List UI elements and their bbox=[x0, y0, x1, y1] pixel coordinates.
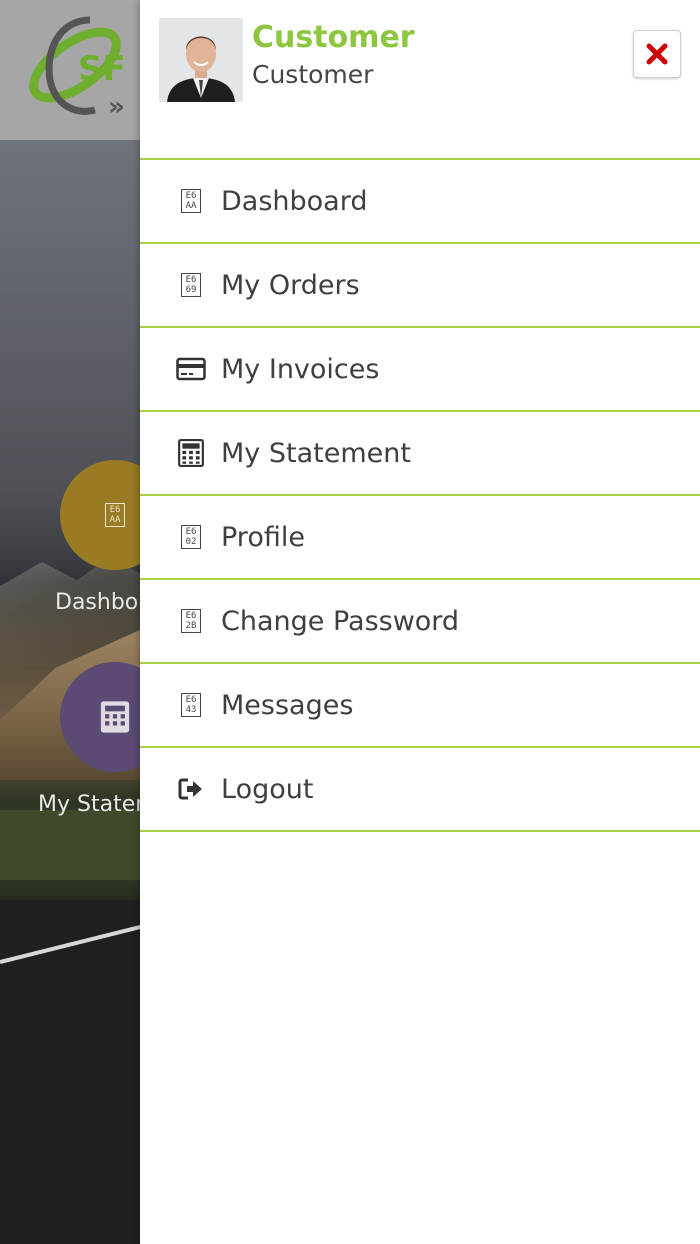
user-photo bbox=[159, 18, 243, 102]
calculator-icon bbox=[175, 437, 207, 469]
drawer-menu: E6 AA Dashboard E6 69 My Orders My Invoice… bbox=[140, 158, 700, 832]
menu-item-label: Dashboard bbox=[221, 185, 368, 217]
credit-card-icon bbox=[175, 353, 207, 385]
avatar bbox=[159, 18, 243, 102]
dashboard-tile-label: Dashbo bbox=[55, 590, 139, 615]
menu-item-my-invoices[interactable]: My Invoices bbox=[140, 328, 700, 412]
statement-tile-label: My Stater bbox=[38, 792, 145, 817]
menu-item-label: Messages bbox=[221, 689, 354, 721]
company-logo: SF » bbox=[29, 16, 126, 122]
user-role: Customer bbox=[252, 60, 374, 89]
background-road bbox=[0, 900, 140, 1244]
close-icon bbox=[646, 43, 668, 65]
calculator-icon bbox=[100, 701, 130, 733]
menu-item-dashboard[interactable]: E6 AA Dashboard bbox=[140, 160, 700, 244]
missing-glyph-icon: E6 AA bbox=[105, 503, 125, 527]
menu-item-messages[interactable]: E6 43 Messages bbox=[140, 664, 700, 748]
menu-item-label: Change Password bbox=[221, 605, 460, 637]
missing-glyph-icon: E6 02 bbox=[175, 521, 207, 553]
menu-item-change-password[interactable]: E6 2B Change Password bbox=[140, 580, 700, 664]
missing-glyph-icon: E6 AA bbox=[175, 185, 207, 217]
sign-out-icon bbox=[175, 773, 207, 805]
menu-item-label: My Statement bbox=[221, 437, 411, 469]
menu-item-logout[interactable]: Logout bbox=[140, 748, 700, 832]
menu-item-label: Profile bbox=[221, 521, 305, 553]
menu-item-label: My Orders bbox=[221, 269, 360, 301]
missing-glyph-icon: E6 43 bbox=[175, 689, 207, 721]
close-drawer-button[interactable] bbox=[633, 30, 681, 78]
user-name: Customer bbox=[252, 20, 415, 55]
user-header: Customer Customer bbox=[140, 0, 700, 158]
menu-item-profile[interactable]: E6 02 Profile bbox=[140, 496, 700, 580]
missing-glyph-icon: E6 2B bbox=[175, 605, 207, 637]
menu-item-label: My Invoices bbox=[221, 353, 380, 385]
background-field bbox=[0, 810, 140, 880]
menu-item-label: Logout bbox=[221, 773, 314, 805]
menu-item-my-statement[interactable]: My Statement bbox=[140, 412, 700, 496]
navigation-drawer: Customer Customer E6 AA Dashboard E6 69 My… bbox=[140, 0, 700, 1244]
svg-text:»: » bbox=[108, 92, 125, 122]
menu-item-my-orders[interactable]: E6 69 My Orders bbox=[140, 244, 700, 328]
missing-glyph-icon: E6 69 bbox=[175, 269, 207, 301]
svg-text:SF: SF bbox=[78, 49, 126, 89]
